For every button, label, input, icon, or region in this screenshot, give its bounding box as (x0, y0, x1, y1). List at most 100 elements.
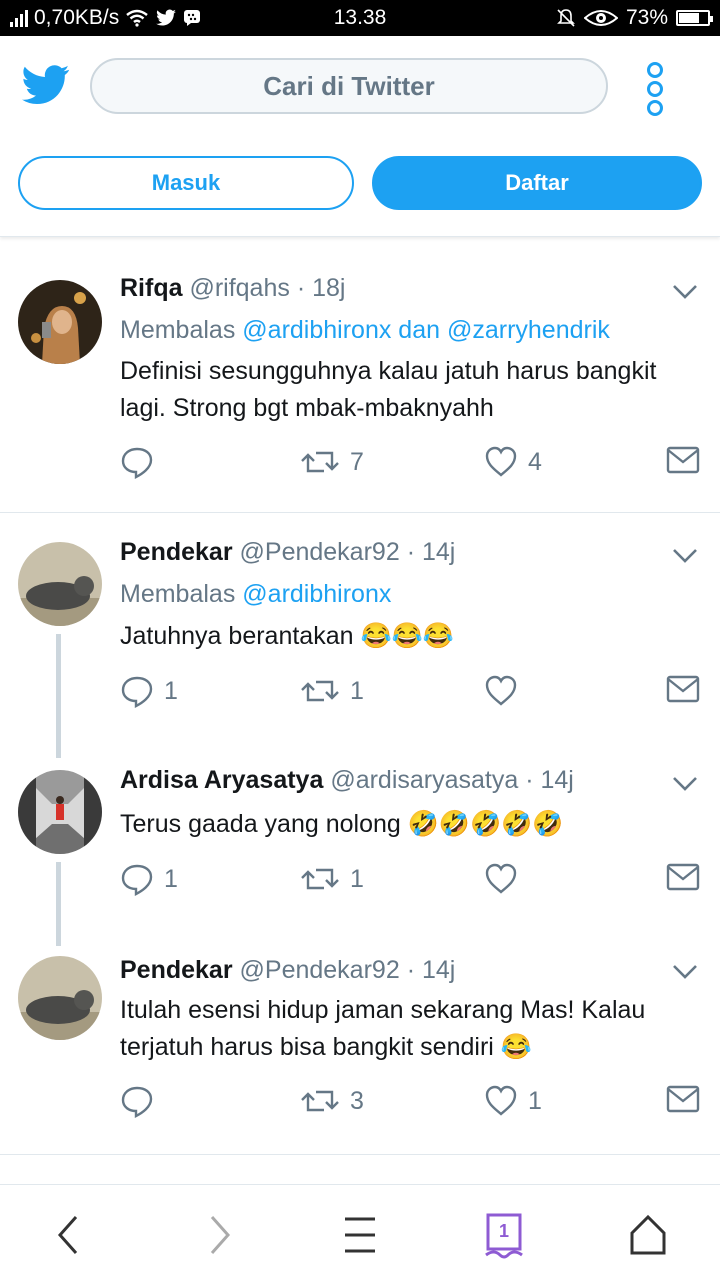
retweet-button[interactable]: 7 (300, 445, 364, 479)
tweet[interactable]: Ardisa Aryasatya @ardisaryasatya · 14j T… (0, 744, 720, 934)
tweet-time[interactable]: 14j (541, 766, 574, 794)
reply-icon (121, 864, 153, 896)
tweet[interactable]: Pendekar @Pendekar92 · 14j Itulah esensi… (0, 934, 720, 1154)
reply-count: 1 (164, 864, 178, 893)
reply-button[interactable] (120, 1084, 164, 1118)
retweet-button[interactable]: 1 (300, 862, 364, 896)
battery-percent: 73% (625, 6, 668, 29)
mention-link[interactable]: @zarryhendrik (447, 316, 610, 344)
chevron-down-icon[interactable] (672, 548, 698, 564)
tab-count: 1 (498, 1221, 509, 1241)
twitter-logo-icon[interactable] (22, 64, 70, 106)
reply-prefix: Membalas (120, 580, 236, 608)
like-count: 4 (528, 447, 542, 476)
tweet[interactable]: Pendekar @Pendekar92 · 14j Membalas @ard… (0, 514, 720, 744)
retweet-icon (301, 868, 339, 890)
separator-dot: · (406, 956, 416, 984)
tweet-meta: Pendekar @Pendekar92 · 14j (120, 538, 455, 567)
reply-count: 1 (164, 676, 178, 705)
tweet-text: Jatuhnya berantakan 😂😂😂 (120, 618, 690, 655)
heart-icon (485, 863, 517, 894)
divider (0, 512, 720, 513)
like-button[interactable]: 1 (484, 1084, 542, 1118)
dm-button[interactable] (666, 1084, 700, 1114)
tweet-actions: 1 1 (120, 674, 700, 714)
author-name[interactable]: Rifqa (120, 274, 183, 302)
chevron-down-icon[interactable] (672, 284, 698, 300)
mention-link[interactable]: @ardibhironx (242, 580, 391, 608)
separator-dot: · (525, 766, 534, 794)
heart-icon (485, 675, 517, 706)
avatar[interactable] (18, 770, 102, 854)
top-header: Cari di Twitter Masuk Daftar (0, 36, 720, 237)
heart-icon (485, 1085, 517, 1116)
menu-icon[interactable] (332, 1207, 388, 1263)
back-icon[interactable] (42, 1207, 98, 1263)
avatar[interactable] (18, 280, 102, 364)
reply-icon (121, 1086, 153, 1118)
dm-button[interactable] (666, 674, 700, 704)
tweet-text-body: Itulah esensi hidup jaman sekarang Mas! … (120, 996, 646, 1061)
tweet-text: Itulah esensi hidup jaman sekarang Mas! … (120, 992, 690, 1066)
mention-link[interactable]: @ardibhironx (242, 316, 391, 344)
author-handle[interactable]: @rifqahs (189, 274, 289, 302)
avatar[interactable] (18, 542, 102, 626)
reply-and: dan (398, 316, 441, 344)
dm-button[interactable] (666, 862, 700, 892)
emoji-rofl: 🤣🤣🤣🤣🤣 (407, 810, 564, 838)
tweet-text-body: Jatuhnya berantakan (120, 622, 354, 650)
dm-button[interactable] (666, 445, 700, 475)
battery-level-fill (679, 13, 700, 23)
signup-button[interactable]: Daftar (372, 156, 702, 210)
like-button[interactable]: 4 (484, 445, 542, 479)
tweet-text-body: Terus gaada yang nolong (120, 810, 401, 838)
author-handle[interactable]: @Pendekar92 (240, 956, 400, 984)
chevron-down-icon[interactable] (672, 964, 698, 980)
search-input[interactable]: Cari di Twitter (90, 58, 608, 114)
emoji-laughing: 😂😂😂 (360, 622, 454, 650)
reply-prefix: Membalas (120, 316, 236, 344)
reply-button[interactable] (120, 445, 164, 479)
author-handle[interactable]: @ardisaryasatya (330, 766, 518, 794)
author-name[interactable]: Pendekar (120, 956, 233, 984)
author-handle[interactable]: @Pendekar92 (240, 538, 400, 566)
tweet-actions: 3 1 (120, 1084, 700, 1124)
like-button[interactable] (484, 862, 528, 896)
browser-navbar: 1 (0, 1184, 720, 1281)
status-bar: 0,70KB/s 13.38 73% (0, 0, 720, 36)
tweet-actions: 1 1 (120, 862, 700, 902)
retweet-count: 7 (350, 447, 364, 476)
retweet-button[interactable]: 1 (300, 674, 364, 708)
reply-button[interactable]: 1 (120, 674, 178, 708)
forward-icon[interactable] (190, 1207, 246, 1263)
tweet-time[interactable]: 14j (422, 538, 455, 566)
more-options-icon[interactable] (644, 62, 666, 116)
retweet-count: 3 (350, 1086, 364, 1115)
home-icon[interactable] (620, 1207, 676, 1263)
battery-icon (676, 10, 713, 26)
reply-button[interactable]: 1 (120, 862, 178, 896)
retweet-icon (301, 680, 339, 702)
retweet-count: 1 (350, 676, 364, 705)
login-button[interactable]: Masuk (18, 156, 354, 210)
reply-icon (121, 676, 153, 708)
chevron-down-icon[interactable] (672, 776, 698, 792)
retweet-button[interactable]: 3 (300, 1084, 364, 1118)
author-name[interactable]: Pendekar (120, 538, 233, 566)
tweet-time[interactable]: 14j (422, 956, 455, 984)
retweet-icon (301, 451, 339, 473)
avatar[interactable] (18, 956, 102, 1040)
emoji-laughing: 😂 (500, 1033, 532, 1061)
envelope-icon (666, 863, 700, 891)
tweet[interactable]: Rifqa @rifqahs · 18j Membalas @ardibhiro… (0, 250, 720, 512)
eye-icon (583, 10, 618, 26)
author-name[interactable]: Ardisa Aryasatya (120, 766, 323, 794)
tabs-button[interactable]: 1 (476, 1207, 532, 1263)
tweet-actions: 7 4 (120, 445, 700, 485)
like-button[interactable] (484, 674, 528, 708)
separator-dot: · (406, 538, 416, 566)
divider (0, 1154, 720, 1155)
tweet-meta: Pendekar @Pendekar92 · 14j (120, 956, 455, 985)
reply-icon (121, 447, 153, 479)
tweet-time[interactable]: 18j (312, 274, 345, 302)
